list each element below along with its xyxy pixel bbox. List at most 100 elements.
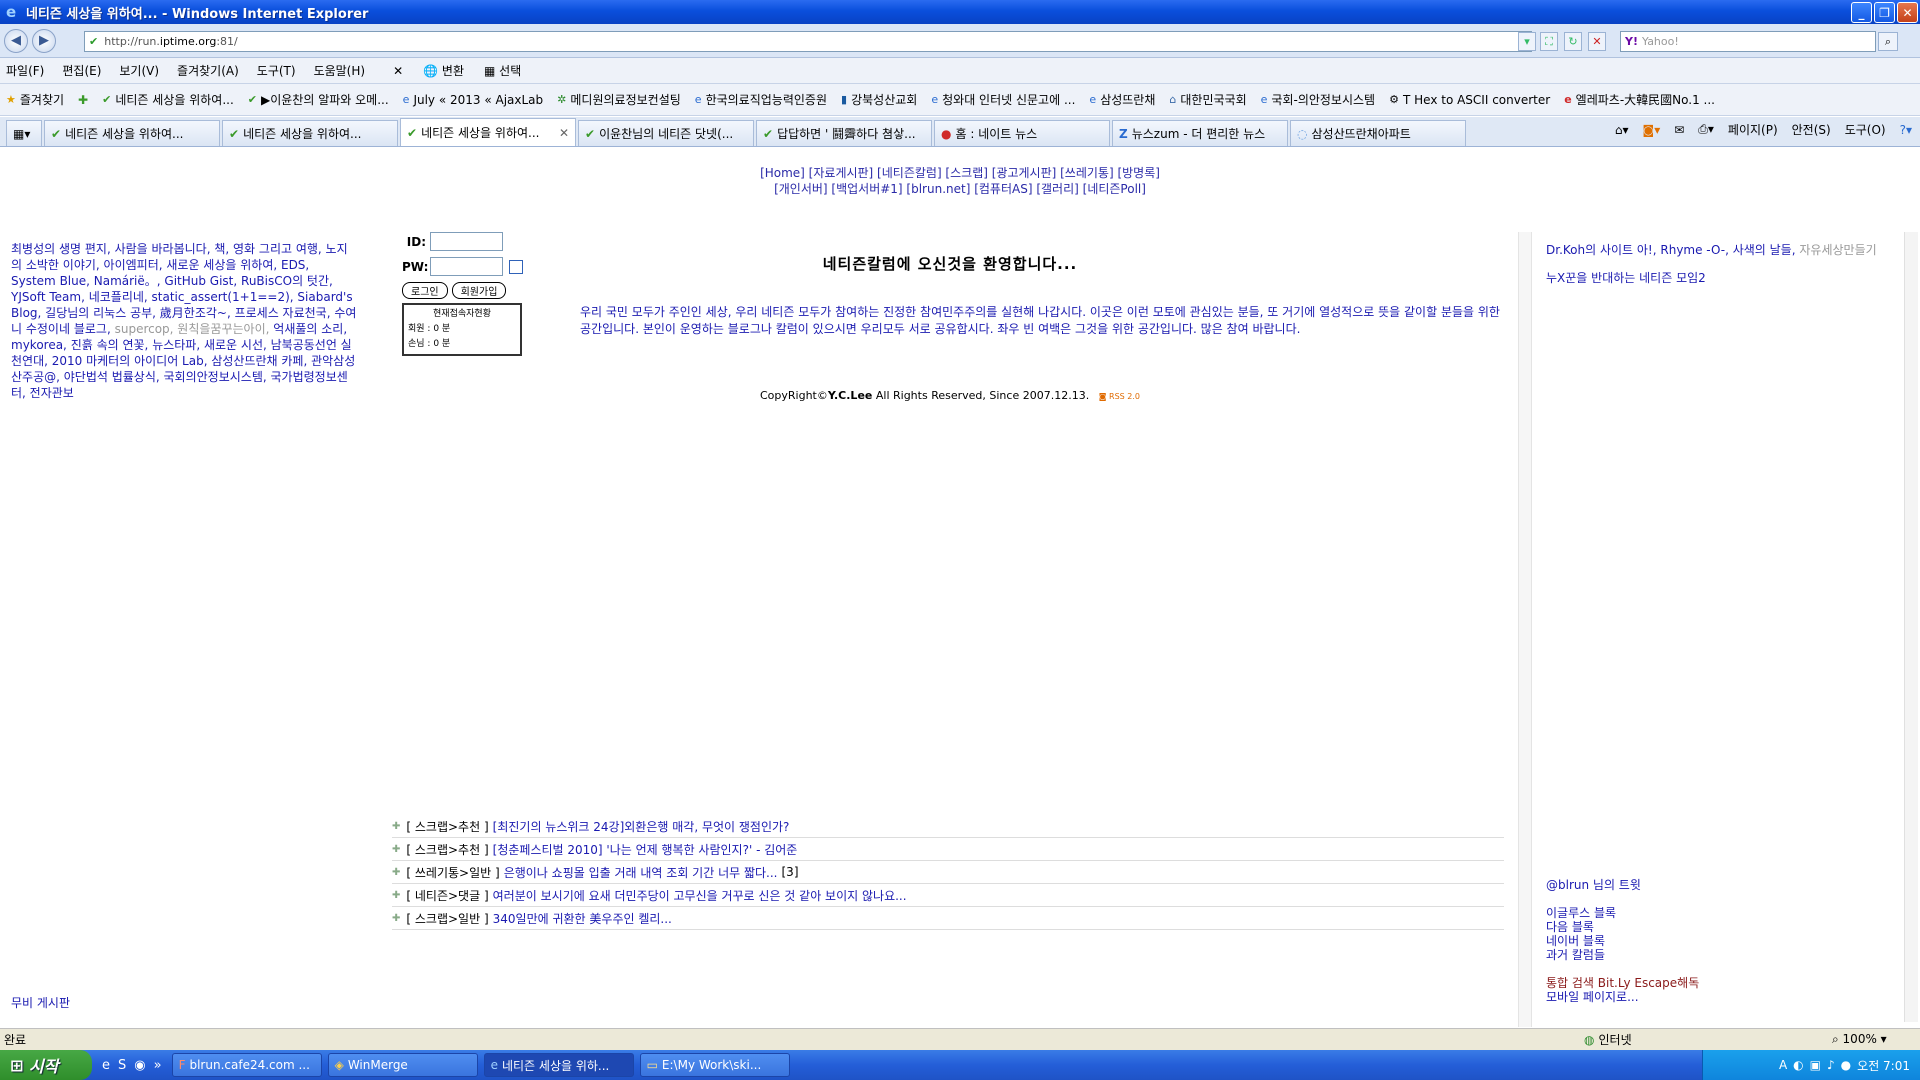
- tab-close-icon[interactable]: ✕: [559, 126, 569, 140]
- browser-tab[interactable]: ✔ 이윤찬님의 네티즌 닷넷(...: [578, 120, 754, 146]
- safety-menu[interactable]: 안전(S): [1792, 121, 1831, 138]
- content-scrollbar[interactable]: [1518, 232, 1532, 1027]
- zoom-level[interactable]: ⌕ 100% ▾: [1832, 1032, 1887, 1047]
- favorites-button[interactable]: ★ 즐겨찾기: [6, 91, 64, 108]
- close-button[interactable]: ✕: [1897, 2, 1918, 23]
- browser-tab[interactable]: ✔ 답답하면 ' 鬪霽하다 쳠샇...: [756, 120, 932, 146]
- stop-icon[interactable]: ✕: [1588, 32, 1606, 51]
- nav-row-1[interactable]: [Home] [자료게시판] [네티즌칼럼] [스크랩] [광고게시판] [쓰레…: [0, 165, 1920, 181]
- help-icon[interactable]: ?▾: [1900, 123, 1912, 137]
- back-icon[interactable]: ◀: [4, 28, 28, 53]
- post-title[interactable]: [최진기의 뉴스위크 24강]외환은행 매각, 무엇이 쟁점인가?: [493, 818, 790, 835]
- security-zone[interactable]: ◍ 인터넷: [1584, 1031, 1632, 1048]
- home-icon[interactable]: ⌂▾: [1615, 123, 1629, 137]
- right-frame-scrollbar[interactable]: [1904, 232, 1918, 1022]
- favorite-link[interactable]: e 국회-의안정보시스템: [1261, 91, 1375, 108]
- post-title[interactable]: 여러분이 보시기에 요새 더민주당이 고무신을 거꾸로 신은 것 같아 보이지 …: [493, 887, 907, 904]
- menu-tools[interactable]: 도구(T): [257, 62, 296, 79]
- browser-tab[interactable]: ● 홈 : 네이트 뉴스: [934, 120, 1110, 146]
- menu-file[interactable]: 파일(F): [6, 62, 44, 79]
- blog-link[interactable]: 다음 블록: [1546, 920, 1886, 934]
- translate-button[interactable]: 🌐 변환: [423, 62, 464, 79]
- mobile-link[interactable]: 모바일 페이지로...: [1546, 990, 1886, 1004]
- search-input[interactable]: Y! Yahoo!: [1620, 31, 1876, 52]
- ie-quicklaunch-icon[interactable]: e: [102, 1058, 110, 1073]
- taskbar-item[interactable]: ◈ WinMerge: [327, 1053, 478, 1077]
- page-menu[interactable]: 페이지(P): [1728, 121, 1778, 138]
- list-item[interactable]: ✚ [ 쓰레기통>일반 ] 은행이나 쇼핑몰 입출 거래 내역 조회 기간 너무 짧…: [392, 861, 1504, 884]
- start-button[interactable]: ⊞ 시작: [0, 1050, 92, 1080]
- tray-misc-icon[interactable]: ●: [1841, 1058, 1851, 1072]
- refresh-icon[interactable]: ↻: [1564, 32, 1582, 51]
- mail-icon[interactable]: ✉: [1674, 123, 1684, 137]
- compat-view-icon[interactable]: ⛶: [1540, 32, 1558, 51]
- list-item[interactable]: ✚ [ 네티즌>댓글 ] 여러분이 보시기에 요새 더민주당이 고무신을 거꾸로 신…: [392, 884, 1504, 907]
- rss-badge-icon[interactable]: ◙ RSS 2.0: [1099, 392, 1140, 401]
- minimize-button[interactable]: _: [1851, 2, 1872, 23]
- blog-link[interactable]: 네이버 블록: [1546, 934, 1886, 948]
- search-link[interactable]: 통합 검색 Bit.Ly Escape해독: [1546, 976, 1886, 990]
- post-title[interactable]: 340일만에 귀환한 美우주인 켈리...: [493, 910, 672, 927]
- search-icon[interactable]: ⌕: [1878, 32, 1898, 51]
- favorite-link[interactable]: e 엘레파츠-大韓民國No.1 ...: [1564, 91, 1715, 108]
- ime-icon[interactable]: A: [1779, 1058, 1787, 1072]
- favorite-link[interactable]: ▮ 강북성산교회: [841, 91, 917, 108]
- firefox-icon[interactable]: ◉: [134, 1058, 145, 1073]
- favorite-link[interactable]: ⌂ 대한민국국회: [1169, 91, 1246, 108]
- taskbar-item[interactable]: Fblrun.cafe24.com ...: [171, 1053, 322, 1077]
- menu-help[interactable]: 도움말(H): [314, 62, 366, 79]
- post-title[interactable]: [청춘페스티벌 2010] '나는 언제 행복한 사람인지?' - 김어준: [493, 841, 798, 858]
- site-links-visited[interactable]: 자유세상만들기: [1799, 243, 1876, 257]
- site-links[interactable]: Dr.Koh의 사이트 아!, Rhyme -O-, 사색의 날들,: [1546, 243, 1796, 257]
- volume-icon[interactable]: ♪: [1827, 1058, 1835, 1072]
- favorite-link[interactable]: ✲ 메디원의료정보컨설팅: [557, 91, 681, 108]
- clock[interactable]: 오전 7:01: [1857, 1057, 1910, 1074]
- favorite-link[interactable]: e 한국의료직업능력인증원: [695, 91, 827, 108]
- blog-link[interactable]: 과거 칼럼들: [1546, 948, 1886, 962]
- browser-tab[interactable]: Z 뉴스zum - 더 편리한 뉴스: [1112, 120, 1288, 146]
- url-input[interactable]: ✔ http://run. iptime.org:81/: [84, 31, 1532, 52]
- network-icon[interactable]: ▣: [1810, 1058, 1821, 1072]
- address-dropdown-icon[interactable]: ▾: [1518, 32, 1536, 51]
- expand-icon[interactable]: »: [154, 1058, 162, 1073]
- left-blog-links[interactable]: 최병성의 생명 편지, 사람을 바라봅니다, 책, 영화 그리고 여행, 노지의…: [11, 241, 357, 401]
- favorite-link[interactable]: ✔ 네티즌 세상을 위하여...: [102, 91, 234, 108]
- list-item[interactable]: ✚ [ 스크랩>일반 ] 340일만에 귀환한 美우주인 켈리...: [392, 907, 1504, 930]
- browser-tab[interactable]: ◌ 삼성산뜨란채아파트: [1290, 120, 1466, 146]
- login-button[interactable]: 로그인: [402, 282, 448, 299]
- menu-edit[interactable]: 편집(E): [62, 62, 101, 79]
- blog-links-visited[interactable]: supercop, 원칙을꿈꾸는아이,: [115, 322, 270, 336]
- favorite-link[interactable]: ✔ ▶이윤찬의 알파와 오메...: [248, 91, 389, 108]
- taskbar-item[interactable]: ▭ E:\My Work\ski...: [639, 1053, 790, 1077]
- rss-feed-icon[interactable]: ◙▾: [1643, 123, 1661, 137]
- nav-row-2[interactable]: [개인서버] [백업서버#1] [blrun.net] [컴퓨터AS] [갤러리…: [0, 181, 1920, 197]
- restore-button[interactable]: ❐: [1874, 2, 1895, 23]
- select-button[interactable]: ▦ 선택: [484, 62, 521, 79]
- quick-tabs-icon[interactable]: ▦▾: [6, 120, 42, 146]
- join-button[interactable]: 회원가입: [451, 282, 507, 299]
- tools-menu[interactable]: 도구(O): [1845, 121, 1886, 138]
- tray-app-icon[interactable]: ◐: [1793, 1058, 1803, 1072]
- favorite-link[interactable]: e 청와대 인터넷 신문고에 ...: [931, 91, 1075, 108]
- blog-link[interactable]: 이글루스 블록: [1546, 906, 1886, 920]
- favorite-link[interactable]: e 삼성뜨란채: [1089, 91, 1155, 108]
- movie-board-link[interactable]: 무비 게시판: [11, 994, 70, 1011]
- close-toolbar-icon[interactable]: ✕: [393, 64, 403, 78]
- taskbar-item-active[interactable]: e 네티즌 세상을 위하...: [483, 1053, 634, 1077]
- menu-favorites[interactable]: 즐겨찾기(A): [177, 62, 239, 79]
- list-item[interactable]: ✚ [ 스크랩>추천 ] [최진기의 뉴스위크 24강]외환은행 매각, 무엇이 쟁…: [392, 815, 1504, 838]
- add-favorite-icon[interactable]: ✚: [78, 93, 88, 107]
- browser-tab-active[interactable]: ✔ 네티즌 세상을 위하여... ✕: [400, 118, 576, 146]
- menu-view[interactable]: 보기(V): [119, 62, 159, 79]
- skype-icon[interactable]: S: [118, 1058, 126, 1073]
- list-item[interactable]: ✚ [ 스크랩>추천 ] [청춘페스티벌 2010] '나는 언제 행복한 사람인지…: [392, 838, 1504, 861]
- print-icon[interactable]: ⎙▾: [1698, 122, 1714, 137]
- browser-tab[interactable]: ✔ 네티즌 세상을 위하여...: [44, 120, 220, 146]
- favorite-link[interactable]: e July « 2013 « AjaxLab: [403, 93, 544, 107]
- group-link[interactable]: 누X꾼을 반대하는 네티즌 모임2: [1546, 271, 1896, 285]
- post-title[interactable]: 은행이나 쇼핑몰 입출 거래 내역 조회 기간 너무 짧다...: [504, 864, 778, 881]
- favorite-link[interactable]: ⚙ T Hex to ASCII converter: [1389, 93, 1550, 107]
- browser-tab[interactable]: ✔ 네티즌 세상을 위하여...: [222, 120, 398, 146]
- tweet-link[interactable]: @blrun 님의 트윗: [1546, 878, 1886, 892]
- forward-icon[interactable]: ▶: [32, 28, 56, 53]
